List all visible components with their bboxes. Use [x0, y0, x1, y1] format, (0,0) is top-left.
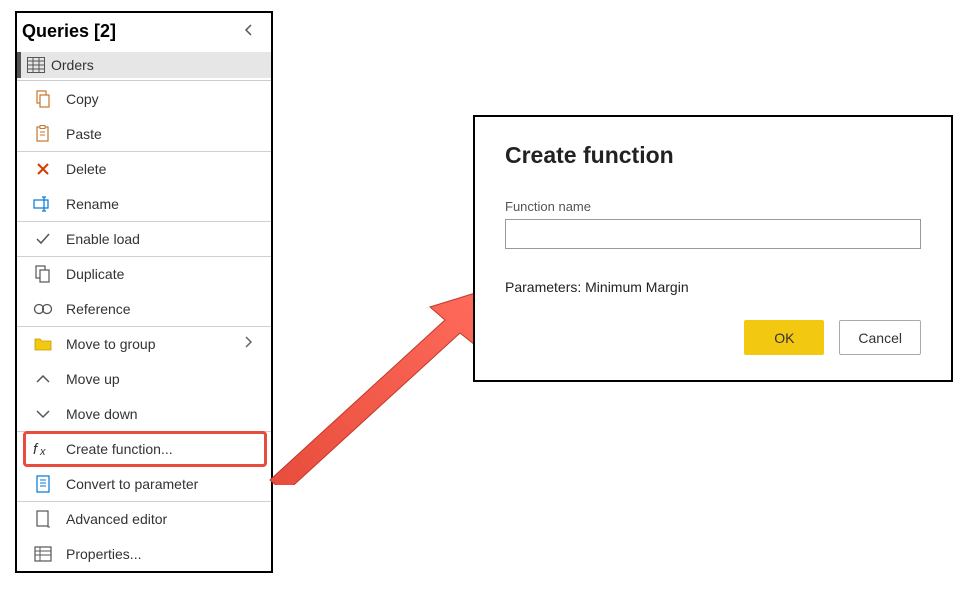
menu-advanced-editor[interactable]: Advanced editor [17, 501, 271, 536]
chevron-down-icon [32, 403, 54, 425]
menu-rename[interactable]: Rename [17, 186, 271, 221]
menu-label: Convert to parameter [66, 476, 271, 492]
panel-header: Queries [2] [17, 13, 271, 52]
chevron-left-icon[interactable] [237, 21, 261, 42]
table-icon [27, 56, 45, 74]
editor-icon [32, 508, 54, 530]
menu-create-function[interactable]: f x Create function... [17, 431, 271, 466]
menu-label: Move to group [66, 336, 231, 352]
duplicate-icon [32, 263, 54, 285]
menu-convert-to-parameter[interactable]: Convert to parameter [17, 466, 271, 501]
menu-move-up[interactable]: Move up [17, 361, 271, 396]
parameters-text: Parameters: Minimum Margin [505, 279, 921, 295]
menu-label: Reference [66, 301, 271, 317]
chevron-up-icon [32, 368, 54, 390]
copy-icon [32, 88, 54, 110]
panel-title: Queries [2] [22, 21, 116, 42]
create-function-dialog: Create function Function name Parameters… [473, 115, 953, 382]
menu-label: Move down [66, 406, 271, 422]
query-label: Orders [51, 57, 94, 73]
chevron-right-icon [243, 335, 253, 353]
query-item-orders[interactable]: Orders [17, 52, 271, 78]
dialog-title: Create function [505, 142, 921, 169]
menu-label: Create function... [66, 441, 271, 457]
menu-label: Move up [66, 371, 271, 387]
delete-icon [32, 158, 54, 180]
menu-paste[interactable]: Paste [17, 116, 271, 151]
paste-icon [32, 123, 54, 145]
menu-duplicate[interactable]: Duplicate [17, 256, 271, 291]
svg-text:f: f [33, 441, 39, 457]
menu-enable-load[interactable]: Enable load [17, 221, 271, 256]
menu-label: Duplicate [66, 266, 271, 282]
menu-label: Rename [66, 196, 271, 212]
menu-label: Properties... [66, 546, 271, 562]
svg-text:x: x [39, 446, 46, 457]
menu-move-to-group[interactable]: Move to group [17, 326, 271, 361]
dialog-buttons: OK Cancel [505, 320, 921, 355]
menu-label: Advanced editor [66, 511, 271, 527]
menu-copy[interactable]: Copy [17, 81, 271, 116]
menu-label: Enable load [66, 231, 271, 247]
context-menu: Copy Paste Delete [17, 80, 271, 571]
menu-delete[interactable]: Delete [17, 151, 271, 186]
function-name-label: Function name [505, 199, 921, 214]
arrow-annotation [260, 285, 490, 485]
menu-move-down[interactable]: Move down [17, 396, 271, 431]
fx-icon: f x [32, 438, 54, 460]
menu-label: Copy [66, 91, 271, 107]
folder-icon [32, 333, 54, 355]
menu-reference[interactable]: Reference [17, 291, 271, 326]
ok-button[interactable]: OK [744, 320, 824, 355]
parameter-icon [32, 473, 54, 495]
properties-icon [32, 543, 54, 565]
rename-icon [32, 193, 54, 215]
reference-icon [32, 298, 54, 320]
menu-properties[interactable]: Properties... [17, 536, 271, 571]
checkmark-icon [32, 228, 54, 250]
menu-label: Paste [66, 126, 271, 142]
cancel-button[interactable]: Cancel [839, 320, 921, 355]
function-name-input[interactable] [505, 219, 921, 249]
menu-label: Delete [66, 161, 271, 177]
queries-panel: Queries [2] Orders Co [15, 11, 273, 573]
